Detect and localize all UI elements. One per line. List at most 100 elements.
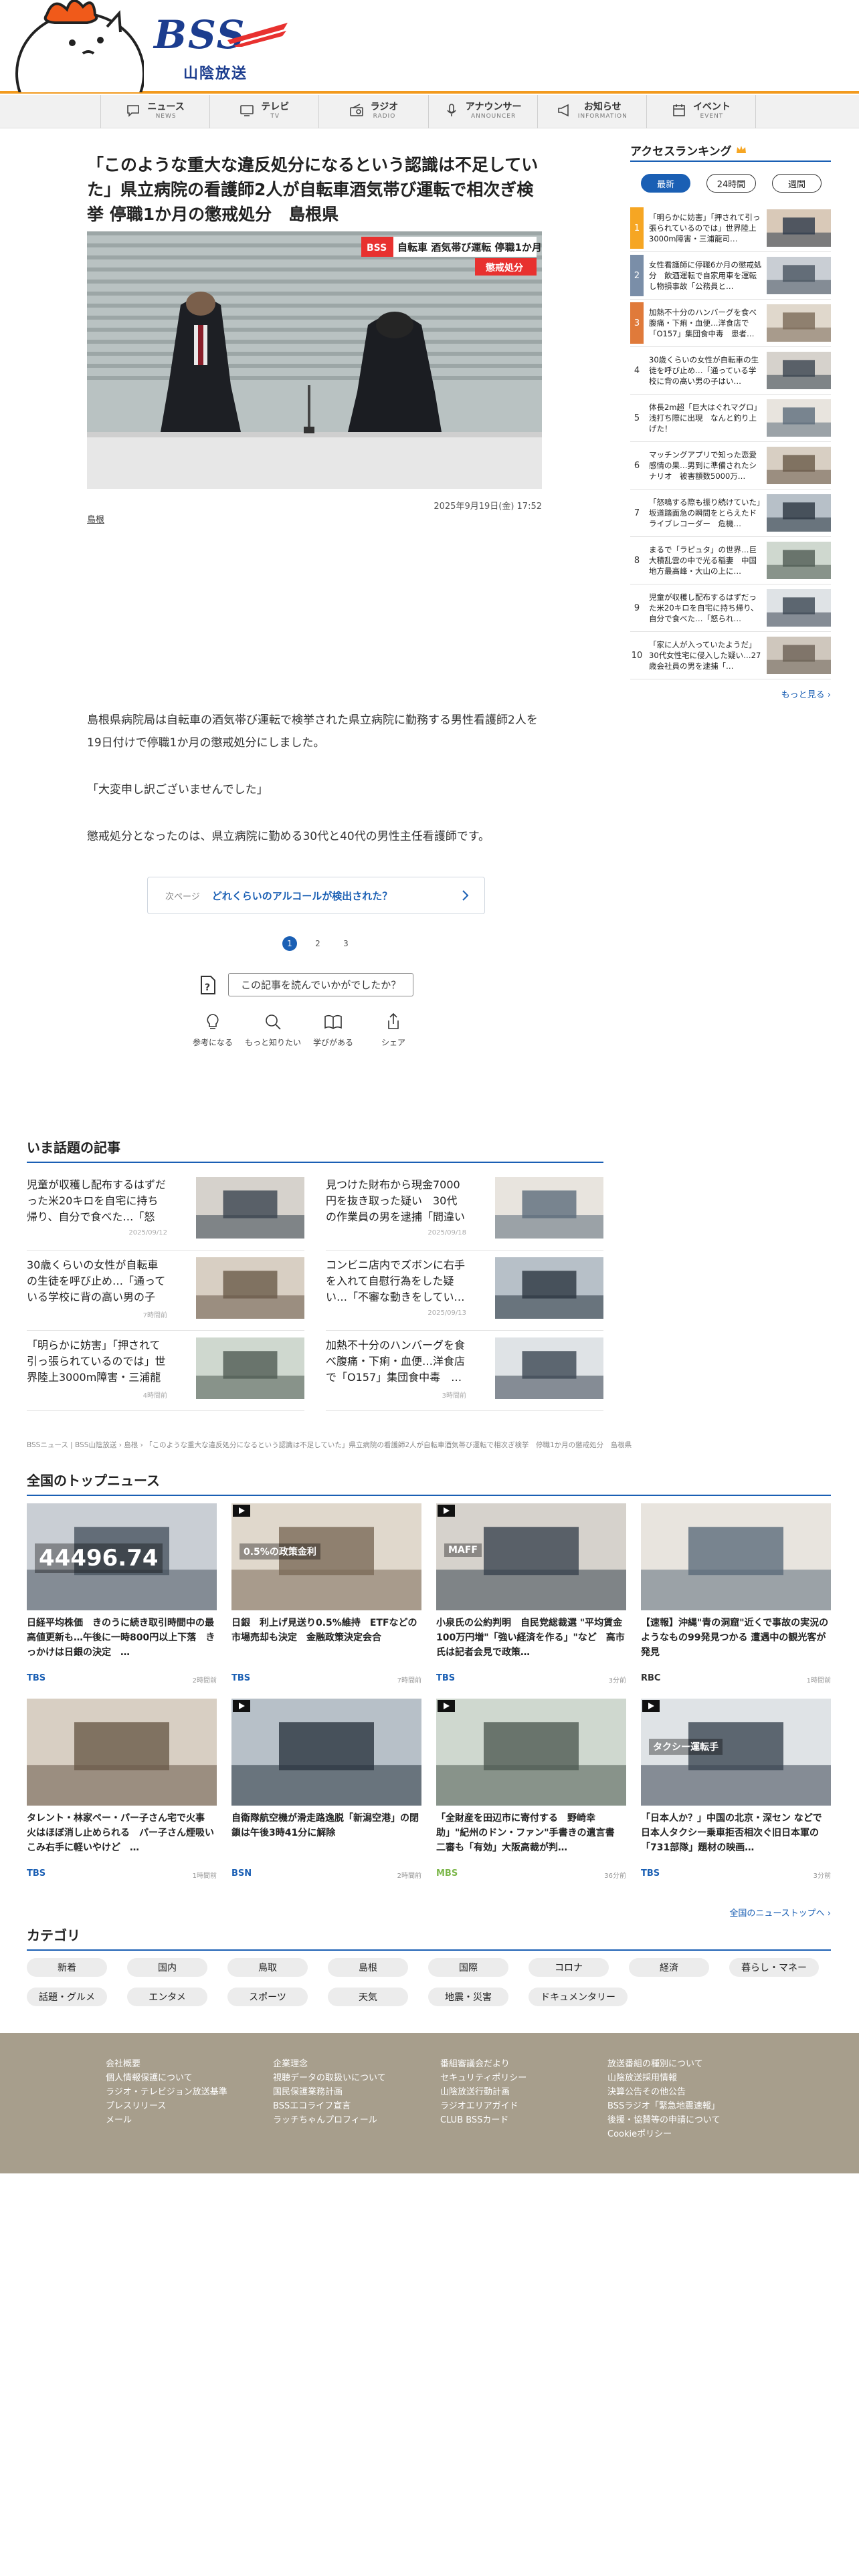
category-button[interactable]: 暮らし・マネー xyxy=(729,1958,819,1977)
ranking-item[interactable]: 7 「怒鳴する際も振り続けていた」坂道踏面急の瞬間をとらえたドライブレコーダー 危… xyxy=(630,490,831,537)
top-news-title: 【速報】沖縄"青の洞窟"近くで事故の実況のようなもの99発見つかる 遭遇中の観光… xyxy=(641,1618,829,1658)
footer-link[interactable]: 後援・協賛等の申請について xyxy=(607,2113,721,2127)
hot-article[interactable]: 30歳くらいの女性が自転車の生徒を呼び止め…「通っている学校に背の高い男の子は…… xyxy=(27,1257,304,1331)
top-news-item[interactable]: 【速報】沖縄"青の洞窟"近くで事故の実況のようなもの99発見つかる 遭遇中の観光… xyxy=(641,1503,831,1691)
footer-link[interactable]: ラジオ・テレビジョン放送基準 xyxy=(106,2085,227,2099)
footer-link[interactable]: 放送番組の種別について xyxy=(607,2057,721,2071)
category-button[interactable]: 天気 xyxy=(328,1988,408,2006)
nav-item-radio[interactable]: ラジオ RADIO xyxy=(318,95,427,128)
hot-article[interactable]: 加熱不十分のハンバーグを食べ腹痛・下痢・血便…洋食店で「O157」集団食中毒 …… xyxy=(326,1337,603,1411)
category-button[interactable]: エンタメ xyxy=(127,1988,207,2006)
footer-link[interactable]: BSSラジオ「緊急地震速報」 xyxy=(607,2099,721,2113)
ranking-item[interactable]: 4 30歳くらいの女性が自転車の生徒を呼び止め…「通っている学校に背の高い男の子は… xyxy=(630,347,831,395)
top-news-date: 7時間前 xyxy=(397,1677,421,1685)
footer-link[interactable]: セキュリティポリシー xyxy=(440,2071,527,2085)
next-page-link[interactable]: 次ページ どれくらいのアルコールが検出された？ xyxy=(147,877,485,914)
nav-item-tv[interactable]: テレビ TV xyxy=(209,95,318,128)
hot-article[interactable]: コンビニ店内でズボンに右手を入れて自慰行為をした疑い…「不審な動きをしてい… 20… xyxy=(326,1257,603,1331)
category-button[interactable]: 経済 xyxy=(629,1958,709,1977)
article-tag-link[interactable]: 島根 xyxy=(87,512,104,525)
category-button[interactable]: 島根 xyxy=(328,1958,408,1977)
footer-link[interactable]: 決算公告その他公告 xyxy=(607,2085,721,2099)
top-news-item[interactable]: 「全財産を田辺市に寄付する 野崎幸助」"紀州のドン・ファン"手書きの遺言書 二審… xyxy=(436,1699,626,1886)
category-button[interactable]: 新着 xyxy=(27,1958,107,1977)
footer-link[interactable]: ラジオエリアガイド xyxy=(440,2099,527,2113)
footer-link[interactable]: 会社概要 xyxy=(106,2057,227,2071)
top-news-item[interactable]: MAFF 小泉氏の公約判明 自民党総裁選 "平均賃金100万円増"「強い経済を作る… xyxy=(436,1503,626,1691)
hot-article[interactable]: 「明らかに妨害」「押されて引っ張られているのでは」世界陸上3000m障害・三浦龍… xyxy=(27,1337,304,1411)
category-button[interactable]: コロナ xyxy=(529,1958,609,1977)
footer-link[interactable]: 個人情報保護について xyxy=(106,2071,227,2085)
category-button[interactable]: スポーツ xyxy=(227,1988,308,2006)
top-news-item[interactable]: タクシー運転手 「日本人か？」中国の北京・深セン などで日本人タクシー乗車拒否相次… xyxy=(641,1699,831,1886)
video-play-icon xyxy=(233,1700,250,1712)
page-3[interactable]: 3 xyxy=(339,936,353,951)
mascot-logo-icon[interactable] xyxy=(0,0,144,92)
ranking-text: マッチングアプリで知った恋愛感情の果…男到に準備されたシナリオ 被害額数5000… xyxy=(649,450,757,481)
category-button[interactable]: 国際 xyxy=(428,1958,508,1977)
category-button[interactable]: 地震・災害 xyxy=(428,1988,508,2006)
nav-label: ラジオ xyxy=(370,102,399,112)
ranking-more-link[interactable]: もっと見る › xyxy=(630,687,831,700)
category-button[interactable]: ドキュメンタリー xyxy=(529,1988,628,2006)
ranking-thumbnail xyxy=(767,637,831,674)
hot-article-date: 2025/09/13 xyxy=(427,1309,466,1317)
ranking-text: 「家に人が入っていたようだ」30代女性宅に侵入した疑い…27歳会社員の男を逮捕「… xyxy=(649,640,761,671)
footer-link[interactable]: プレスリリース xyxy=(106,2099,227,2113)
video-play-icon xyxy=(438,1700,455,1712)
nav-item-news[interactable]: ニュース NEWS xyxy=(100,95,209,128)
bss-logo[interactable]: BSS 山陰放送 xyxy=(154,15,288,82)
footer-link[interactable]: 番組審議会だより xyxy=(440,2057,527,2071)
hot-article[interactable]: 児童が収穫し配布するはずだった米20キロを自宅に持ち帰り、自分で食べた…「怒ら…… xyxy=(27,1177,304,1251)
footer-link[interactable]: 国民保護業務計画 xyxy=(273,2085,386,2099)
footer-link[interactable]: ラッチちゃんプロフィール xyxy=(273,2113,386,2127)
ranking-item[interactable]: 1 「明らかに妨害」「押されて引っ張られているのでは」世界陸上3000m障害・三浦… xyxy=(630,205,831,252)
nav-item-announcer[interactable]: アナウンサー ANNOUNCER xyxy=(427,95,537,128)
ranking-item[interactable]: 6 マッチングアプリで知った恋愛感情の果…男到に準備されたシナリオ 被害額数500… xyxy=(630,442,831,490)
top-news-item[interactable]: 44496.74 日経平均株価 きのうに続き取引時間中の最高値更新も…午後に一時8… xyxy=(27,1503,217,1691)
ranking-item[interactable]: 9 児童が収穫し配布するはずだった米20キロを自宅に持ち帰り、自分で食べた…「怒ら… xyxy=(630,584,831,632)
nav-item-event[interactable]: イベント EVENT xyxy=(646,95,757,128)
feedback-button[interactable]: 参考になる xyxy=(189,1009,236,1048)
nav-item-information[interactable]: お知らせ INFORMATION xyxy=(537,95,646,128)
ranking-tab[interactable]: 24時間 xyxy=(706,174,756,193)
footer-link[interactable]: CLUB BSSカード xyxy=(440,2113,527,2127)
svg-text:?: ? xyxy=(205,982,210,993)
top-news-item[interactable]: 自衛隊航空機が滑走路逸脱「新潟空港」の閉鎖は午後3時41分に解除 BSN 2時間前 xyxy=(231,1699,421,1886)
breadcrumb[interactable]: BSSニュース | BSS山陰放送 › 島根 › 「このような重大な違反処分にな… xyxy=(27,1440,830,1450)
category-button[interactable]: 鳥取 xyxy=(227,1958,308,1977)
article-paragraph: 「大変申し訳ございませんでした」 xyxy=(87,783,268,796)
page-1[interactable]: 1 xyxy=(282,936,297,951)
category-button[interactable]: 話題・グルメ xyxy=(27,1988,107,2006)
feedback-button[interactable]: もっと知りたい xyxy=(245,1009,301,1048)
footer-link[interactable]: 山陰放送採用情報 xyxy=(607,2071,721,2085)
feedback-button[interactable]: 学びがある xyxy=(310,1009,357,1048)
footer-link[interactable]: 山陰放送行動計画 xyxy=(440,2085,527,2099)
ranking-item[interactable]: 3 加熱不十分のハンバーグを食べ腹痛・下痢・血便…洋食店で「O157」集団食中毒 … xyxy=(630,300,831,347)
ranking-item[interactable]: 2 女性看護師に停職6か月の懲戒処分 飲酒運転で自家用車を運転し物損事故「公務員と… xyxy=(630,252,831,300)
top-news-more-link[interactable]: 全国のニューストップへ › xyxy=(729,1906,831,1919)
ranking-item[interactable]: 10 「家に人が入っていたようだ」30代女性宅に侵入した疑い…27歳会社員の男を逮… xyxy=(630,632,831,679)
top-news-item[interactable]: 0.5%の政策金利 日銀 利上げ見送り0.5%維持 ETFなどの市場売却も決定 金… xyxy=(231,1503,421,1691)
ranking-tab[interactable]: 週間 xyxy=(772,174,822,193)
footer-link[interactable]: BSSエコライフ宣言 xyxy=(273,2099,386,2113)
feedback-button[interactable]: シェア xyxy=(370,1009,417,1048)
ranking-item[interactable]: 8 まるで「ラピュタ」の世界…巨大積乱雲の中で光る稲妻 中国地方最高峰・大山の上に… xyxy=(630,537,831,584)
top-news-thumbnail: 0.5%の政策金利 xyxy=(231,1503,421,1610)
category-button[interactable]: 国内 xyxy=(127,1958,207,1977)
top-news-thumbnail: 44496.74 xyxy=(27,1503,217,1610)
hot-article-thumbnail xyxy=(495,1257,603,1319)
footer-link[interactable]: 視聴データの取扱いについて xyxy=(273,2071,386,2085)
top-news-title: タレント・林家ペー・パー子さん宅で火事 火はほぼ消し止められる パー子さん煙吸い… xyxy=(27,1813,214,1853)
footer-link[interactable]: Cookieポリシー xyxy=(607,2127,721,2141)
ranking-item[interactable]: 5 体長2m超「巨大はぐれマグロ」浅打ち際に出現 なんと釣り上げた！ xyxy=(630,395,831,442)
hot-article[interactable]: 見つけた財布から現金7000円を抜き取った疑い 30代の作業員の男を逮捕「間違い… xyxy=(326,1177,603,1251)
footer-link[interactable]: 企業理念 xyxy=(273,2057,386,2071)
top-news-title: 「全財産を田辺市に寄付する 野崎幸助」"紀州のドン・ファン"手書きの遺言書 二審… xyxy=(436,1813,615,1853)
ranking-tab[interactable]: 最新 xyxy=(641,174,690,193)
footer-link[interactable]: メール xyxy=(106,2113,227,2127)
ranking-thumbnail xyxy=(767,542,831,579)
page-2[interactable]: 2 xyxy=(310,936,325,951)
top-news-source: BSN xyxy=(231,1868,252,1879)
top-news-item[interactable]: タレント・林家ペー・パー子さん宅で火事 火はほぼ消し止められる パー子さん煙吸い… xyxy=(27,1699,217,1886)
